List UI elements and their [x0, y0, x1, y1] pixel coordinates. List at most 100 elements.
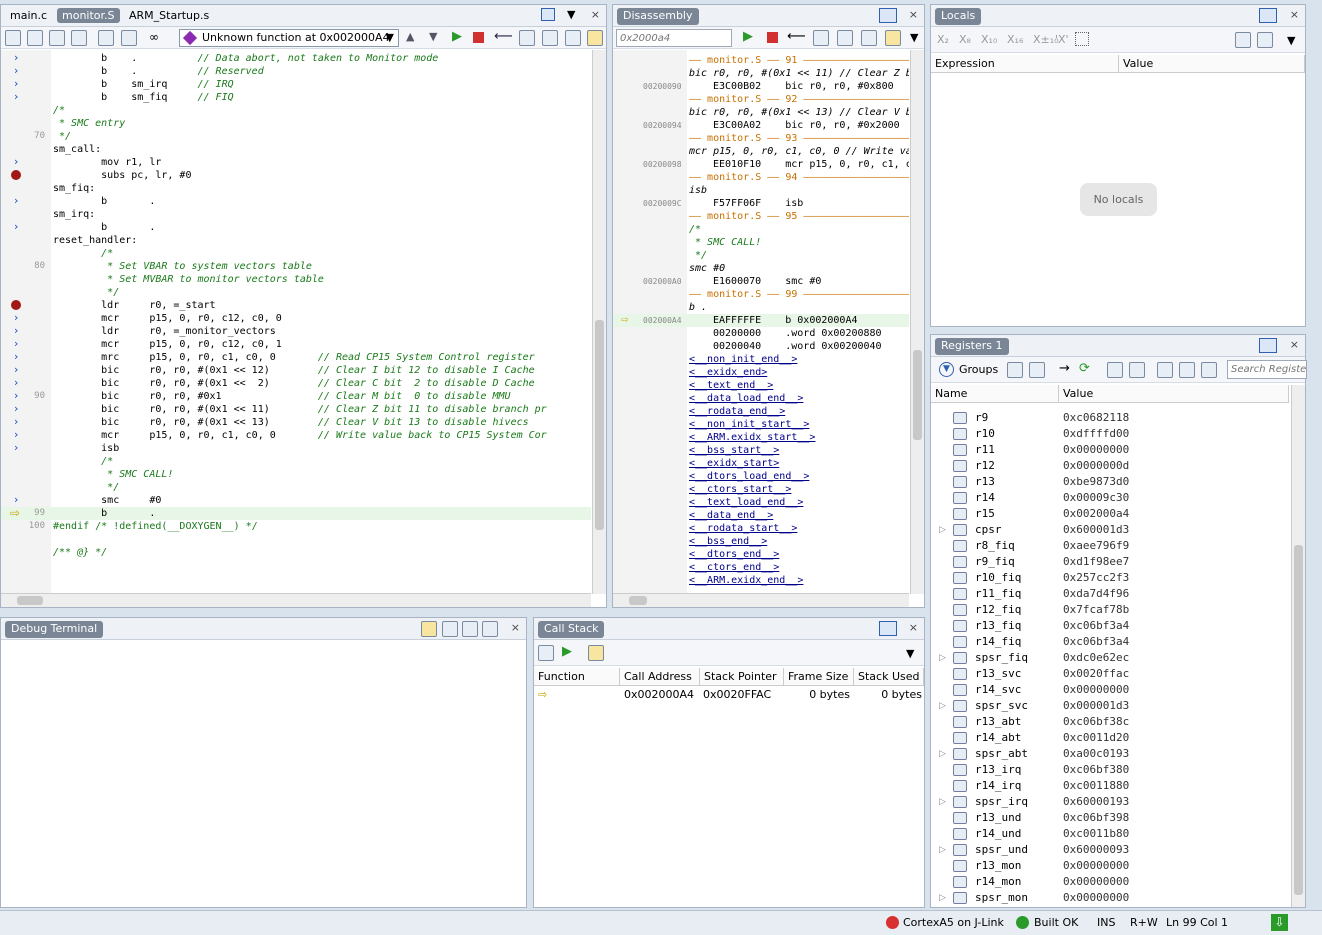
disassembly-line[interactable]: 00200090 E3C00B02 bic r0, r0, #0x800 [613, 80, 909, 93]
code-line[interactable]: reset_handler: [1, 234, 591, 247]
down-icon[interactable]: ▼ [429, 30, 437, 43]
step-icon[interactable] [5, 30, 21, 46]
register-value[interactable]: 0x000001d3 [1063, 698, 1129, 714]
code-marker-icon[interactable]: › [14, 194, 18, 207]
register-value[interactable]: 0x60000193 [1063, 794, 1129, 810]
code-marker-icon[interactable]: › [14, 77, 18, 90]
editor-vscroll[interactable] [592, 50, 606, 594]
disassembly-line[interactable]: 0020009C F57FF06F isb [613, 197, 909, 210]
code-marker-icon[interactable]: › [14, 155, 18, 168]
register-row[interactable]: r10 0xdffffd00 [931, 426, 1291, 442]
list-icon-2[interactable] [542, 30, 558, 46]
disassembly-line[interactable]: <__dtors_load_end__> [613, 470, 909, 483]
register-row[interactable]: ▷ spsr_und 0x60000093 [931, 842, 1291, 858]
disassembly-line[interactable]: bic r0, r0, #(0x1 << 11) // Clear Z b [613, 67, 909, 80]
find-icon[interactable] [98, 30, 114, 46]
step-out-icon[interactable] [587, 30, 603, 46]
code-marker-icon[interactable]: › [14, 311, 18, 324]
groups-label[interactable]: Groups [959, 363, 998, 376]
code-line[interactable]: › bic r0, r0, #(0x1 << 2) // Clear C bit… [1, 376, 591, 390]
code-line[interactable]: › smc #0 [1, 493, 591, 507]
search-doc-icon[interactable] [71, 30, 87, 46]
register-value[interactable]: 0xc0011880 [1063, 778, 1129, 794]
register-value[interactable]: 0xda7d4f96 [1063, 586, 1129, 602]
run-icon[interactable]: ▶ [743, 29, 753, 44]
code-line[interactable]: 80 * Set VBAR to system vectors table [1, 260, 591, 273]
col-stack-used[interactable]: Stack Used [854, 668, 924, 686]
code-line[interactable]: › b . // Data abort, not taken to Monito… [1, 52, 591, 65]
format-binary-button[interactable]: X₂ [937, 33, 949, 46]
disassembly-hscroll[interactable] [613, 593, 909, 607]
code-line[interactable]: › b sm_irq // IRQ [1, 77, 591, 91]
disassembly-line[interactable]: <__bss_end__> [613, 535, 909, 548]
code-line[interactable]: ldr r0, =_start [1, 299, 591, 312]
chevron-down-icon[interactable]: ▼ [910, 31, 918, 44]
register-value[interactable]: 0xc06bf398 [1063, 810, 1129, 826]
register-value[interactable]: 0x00000000 [1063, 682, 1129, 698]
list-icon-3[interactable] [565, 30, 581, 46]
doc-icon[interactable] [1257, 32, 1273, 48]
run-icon[interactable]: ▶ [452, 29, 462, 44]
code-line[interactable]: subs pc, lr, #0 [1, 169, 591, 182]
expand-icon[interactable]: ▷ [939, 746, 946, 762]
chevron-down-icon[interactable]: ▼ [906, 647, 914, 660]
register-value[interactable]: 0x257cc2f3 [1063, 570, 1129, 586]
disassembly-line[interactable]: —— monitor.S —— 93 —————————————————————… [613, 132, 909, 145]
register-value[interactable]: 0xbe9873d0 [1063, 474, 1129, 490]
back-icon[interactable]: ⟵ [787, 29, 806, 44]
register-value[interactable]: 0xd1f98ee7 [1063, 554, 1129, 570]
code-marker-icon[interactable]: › [14, 493, 18, 506]
step-out-icon[interactable] [588, 645, 604, 661]
terminal-icon-2[interactable] [442, 621, 458, 637]
register-row[interactable]: ▷ spsr_abt 0xa00c0193 [931, 746, 1291, 762]
list-icon-1[interactable] [519, 30, 535, 46]
doc-icon[interactable] [1201, 362, 1217, 378]
col-function[interactable]: Function [534, 668, 620, 686]
close-icon[interactable]: × [909, 621, 918, 634]
register-value[interactable]: 0x00000000 [1063, 442, 1129, 458]
code-line[interactable] [1, 533, 591, 546]
list-icon-2[interactable] [837, 30, 853, 46]
disassembly-line[interactable]: smc #0 [613, 262, 909, 275]
chip2-icon[interactable] [1029, 362, 1045, 378]
disassembly-line[interactable]: <__ctors_end__> [613, 561, 909, 574]
register-value[interactable]: 0x00000000 [1063, 874, 1129, 890]
code-line[interactable]: › mcr p15, 0, r0, c12, c0, 0 [1, 311, 591, 325]
chip-icon[interactable] [1007, 362, 1023, 378]
code-marker-icon[interactable]: › [14, 376, 18, 389]
disassembly-line[interactable]: <__exidx_start> [613, 457, 909, 470]
code-line[interactable]: › mcr p15, 0, r0, c12, c0, 1 [1, 337, 591, 351]
register-value[interactable]: 0x600001d3 [1063, 522, 1129, 538]
disassembly-line[interactable]: * SMC CALL! [613, 236, 909, 249]
register-value[interactable]: 0xdc0e62ec [1063, 650, 1129, 666]
register-row[interactable]: ▷ spsr_mon 0x00000000 [931, 890, 1291, 906]
stop-icon[interactable] [473, 32, 484, 43]
register-row[interactable]: r14 0x00009c30 [931, 490, 1291, 506]
breakpoint-icon[interactable] [11, 300, 21, 310]
disassembly-line[interactable]: <__exidx_end> [613, 366, 909, 379]
window-icon[interactable] [879, 8, 897, 23]
settings-icon[interactable] [1157, 362, 1173, 378]
format-decimal-button[interactable]: X₁₀ [981, 33, 997, 46]
chevron-down-icon[interactable]: ▼ [1287, 34, 1295, 47]
disassembly-line[interactable]: 00200040 .word 0x00200040 [613, 340, 909, 353]
disassembly-line[interactable]: —— monitor.S —— 95 —————————————————————… [613, 210, 909, 223]
list-icon-1[interactable] [813, 30, 829, 46]
copy-icon[interactable] [1179, 362, 1195, 378]
register-list[interactable]: r9 0xc0682118 r10 0xdffffd00 r11 0x00000000 r1… [931, 403, 1291, 907]
register-value[interactable]: 0xc0011b80 [1063, 826, 1129, 842]
disassembly-line[interactable]: <__non_init_end__> [613, 353, 909, 366]
disassembly-line[interactable]: bic r0, r0, #(0x1 << 13) // Clear V b [613, 106, 909, 119]
code-marker-icon[interactable]: › [14, 402, 18, 415]
code-line[interactable]: › bic r0, r0, #(0x1 << 13) // Clear V bi… [1, 415, 591, 429]
register-row[interactable]: ▷ spsr_irq 0x60000193 [931, 794, 1291, 810]
register-value[interactable]: 0x00000000 [1063, 890, 1129, 906]
disassembly-line[interactable]: b . [613, 301, 909, 314]
register-value[interactable]: 0x002000a4 [1063, 506, 1129, 522]
register-row[interactable]: r14_svc 0x00000000 [931, 682, 1291, 698]
close-icon[interactable]: × [511, 621, 520, 634]
disassembly-line[interactable]: <__rodata_end__> [613, 405, 909, 418]
back-icon[interactable]: ⟵ [494, 29, 513, 44]
register-row[interactable]: r13_abt 0xc06bf38c [931, 714, 1291, 730]
image-icon[interactable] [49, 30, 65, 46]
